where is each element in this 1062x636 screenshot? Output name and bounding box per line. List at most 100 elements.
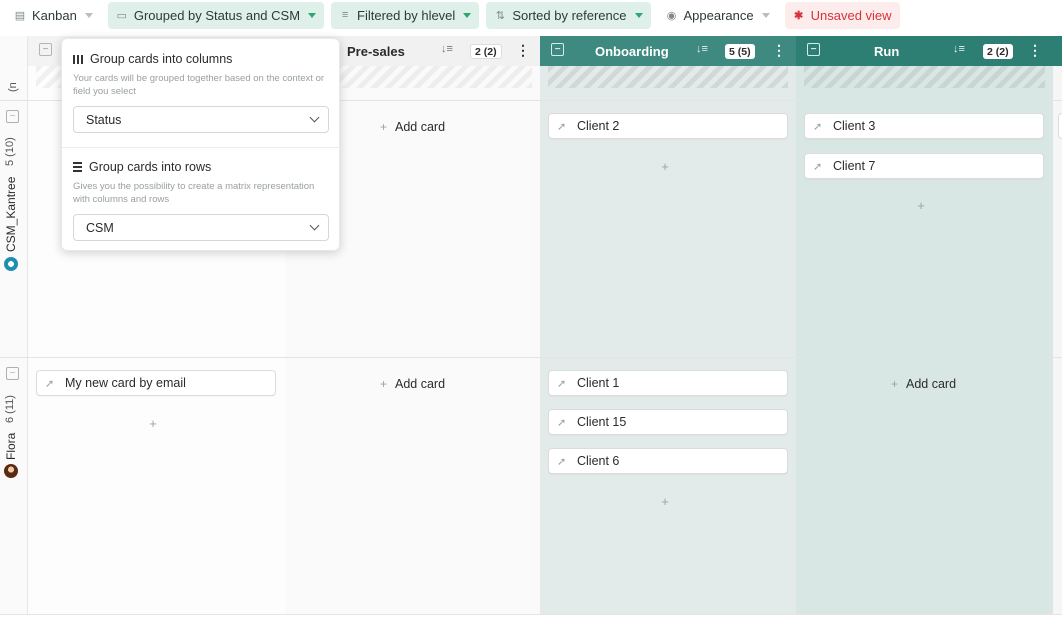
column-title: Run xyxy=(874,43,900,59)
row-title: CSM_Kantree xyxy=(4,177,18,252)
card-title: Client 1 xyxy=(577,376,620,390)
avatar xyxy=(4,464,18,478)
row-count: 5 (10) xyxy=(4,137,16,166)
add-card-label: Add card xyxy=(395,377,446,391)
add-card-label: Add card xyxy=(395,120,446,134)
plus-icon: + xyxy=(380,120,388,134)
row-partial-label: (n xyxy=(7,82,19,92)
appearance-button[interactable]: ◉ Appearance xyxy=(658,2,778,29)
card-title: Client 7 xyxy=(833,159,876,173)
group-rows-label: Group cards into rows xyxy=(89,160,212,174)
plus-icon: + xyxy=(891,377,899,391)
group-columns-select[interactable]: Status xyxy=(73,106,329,133)
group-by-button[interactable]: ▭ Grouped by Status and CSM xyxy=(107,1,325,29)
add-card-button[interactable]: + Add card xyxy=(380,377,445,391)
group-icon: ▭ xyxy=(116,9,128,22)
column-header-next xyxy=(1053,36,1062,66)
group-rows-select[interactable]: CSM xyxy=(73,214,329,241)
row-divider xyxy=(0,614,1062,615)
add-card-button[interactable]: + Add card xyxy=(891,377,956,391)
group-rows-title: Group cards into rows xyxy=(73,160,211,174)
grouping-popup: Group cards into columns Your cards will… xyxy=(61,38,341,251)
unsaved-label: Unsaved view xyxy=(810,7,892,23)
chevron-down-icon xyxy=(308,12,317,18)
row-title: Flora xyxy=(4,433,18,460)
more-icon[interactable]: ⋮ xyxy=(1028,42,1042,59)
plus-icon[interactable]: + xyxy=(914,198,928,213)
row-count: 6 (11) xyxy=(4,395,16,423)
group-by-label: Grouped by Status and CSM xyxy=(133,7,301,23)
sort-label: Sorted by reference xyxy=(512,7,627,23)
row-header-partial: (n xyxy=(0,66,28,96)
drop-zone xyxy=(804,66,1045,88)
rocket-icon: ➚ xyxy=(557,455,567,468)
column-header-run[interactable]: − Run ↓≡ 2 (2) ⋮ xyxy=(796,36,1053,66)
collapse-icon[interactable]: − xyxy=(39,43,52,56)
view-switcher[interactable]: ▤ Kanban xyxy=(6,2,101,29)
appearance-label: Appearance xyxy=(683,7,754,23)
chevron-down-icon xyxy=(309,220,320,231)
add-card-button[interactable]: + Add card xyxy=(380,120,445,134)
plus-icon[interactable]: + xyxy=(658,159,672,174)
columns-icon xyxy=(73,54,83,64)
card[interactable]: ➚ Client 6 xyxy=(548,448,788,474)
unsaved-view-button[interactable]: ✱ Unsaved view xyxy=(784,1,900,29)
column-count: 2 (2) xyxy=(983,44,1013,59)
column-count: 2 (2) xyxy=(470,44,502,59)
plus-icon[interactable]: + xyxy=(658,494,672,509)
row-header-csm-kantree: − 5 (10) CSM_Kantree xyxy=(0,100,28,357)
rocket-icon: ➚ xyxy=(813,120,823,133)
plus-icon: + xyxy=(380,377,388,391)
group-columns-label: Group cards into columns xyxy=(90,52,233,66)
sort-icon[interactable]: ↓≡ xyxy=(441,43,453,55)
plus-icon[interactable]: + xyxy=(146,416,160,431)
sort-button[interactable]: ⇅ Sorted by reference xyxy=(486,1,651,29)
card[interactable]: ➚ Client 7 xyxy=(804,153,1044,179)
card[interactable]: ➚ Client 15 xyxy=(548,409,788,435)
collapse-icon[interactable]: − xyxy=(6,110,19,123)
toolbar: ▤ Kanban ▭ Grouped by Status and CSM ≡ F… xyxy=(0,0,1062,30)
group-columns-description: Your cards will be grouped together base… xyxy=(73,73,325,97)
chevron-down-icon xyxy=(84,12,93,18)
kanban-icon: ▤ xyxy=(14,9,26,22)
row-count-value: 5 (10) xyxy=(4,137,16,166)
asterisk-icon: ✱ xyxy=(794,9,804,22)
divider xyxy=(62,147,341,148)
card[interactable]: ➚ My new card by email xyxy=(36,370,276,396)
filter-button[interactable]: ≡ Filtered by hlevel xyxy=(331,1,480,29)
more-icon[interactable]: ⋮ xyxy=(772,42,786,59)
group-columns-value: Status xyxy=(86,112,122,127)
rocket-icon: ➚ xyxy=(557,377,567,390)
avatar xyxy=(4,257,18,271)
card[interactable]: ➚ Client 1 xyxy=(548,370,788,396)
group-rows-value: CSM xyxy=(86,220,114,235)
view-label: Kanban xyxy=(32,7,77,23)
add-card-label: Add card xyxy=(906,377,957,391)
row-header-flora: − 6 (11) Flora xyxy=(0,357,28,614)
collapse-icon[interactable]: − xyxy=(551,43,564,56)
rows-icon xyxy=(73,162,82,172)
card[interactable]: ➚ Client 3 xyxy=(804,113,1044,139)
sort-icon[interactable]: ↓≡ xyxy=(953,43,965,55)
chevron-down-icon xyxy=(634,12,643,18)
card-title: Client 3 xyxy=(833,119,876,133)
rocket-icon: ➚ xyxy=(557,416,567,429)
card-title: My new card by email xyxy=(65,376,186,390)
column-header-onboarding[interactable]: − Onboarding ↓≡ 5 (5) ⋮ xyxy=(540,36,796,66)
column-title: Onboarding xyxy=(595,43,669,59)
drop-zone xyxy=(548,66,788,88)
collapse-icon[interactable]: − xyxy=(6,367,19,380)
card[interactable]: ➚ Client 2 xyxy=(548,113,788,139)
column-title: Pre-sales xyxy=(347,43,405,59)
sort-icon[interactable]: ↓≡ xyxy=(696,43,708,55)
collapse-icon[interactable]: − xyxy=(807,43,820,56)
rocket-icon: ➚ xyxy=(45,377,55,390)
row-count-value: 6 (11) xyxy=(4,395,16,423)
card-title: Client 15 xyxy=(577,415,627,429)
more-icon[interactable]: ⋮ xyxy=(516,42,530,59)
row-title-value: CSM_Kantree xyxy=(4,176,18,252)
chevron-down-icon xyxy=(463,12,472,18)
chevron-down-icon xyxy=(761,12,770,18)
sort-icon: ⇅ xyxy=(495,9,505,22)
card-partial[interactable] xyxy=(1058,113,1062,139)
